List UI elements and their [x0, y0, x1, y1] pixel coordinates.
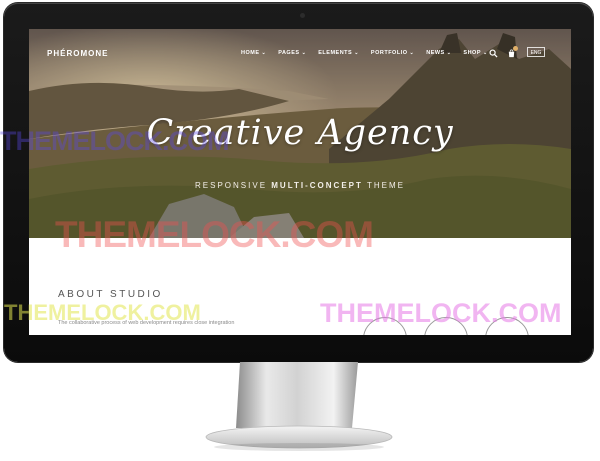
hero-subtitle-post: THEME: [366, 181, 405, 190]
feature-circle-3[interactable]: [485, 317, 529, 335]
nav-item-label: ELEMENTS: [318, 50, 353, 56]
nav-item-elements[interactable]: ELEMENTS ⌄: [318, 50, 359, 56]
chevron-down-icon: ⌄: [409, 50, 415, 56]
monitor-screen: Creative Agency RESPONSIVE MULTI-CONCEPT…: [29, 29, 571, 335]
language-button[interactable]: ENG: [527, 47, 545, 57]
main-menu: HOME ⌄ PAGES ⌄ ELEMENTS ⌄ PORTFOLIO ⌄ NEWS ⌄ …: [241, 50, 488, 56]
chevron-down-icon: ⌄: [446, 50, 452, 56]
site-logo[interactable]: PHÉROMONE: [47, 49, 108, 58]
hero-section: Creative Agency RESPONSIVE MULTI-CONCEPT…: [29, 29, 571, 238]
nav-item-pages[interactable]: PAGES ⌄: [278, 50, 306, 56]
nav-item-portfolio[interactable]: PORTFOLIO ⌄: [371, 50, 414, 56]
chevron-down-icon: ⌄: [354, 50, 359, 56]
nav-item-label: PAGES: [278, 50, 300, 56]
nav-item-label: PORTFOLIO: [370, 50, 408, 56]
hero-subtitle-pre: RESPONSIVE: [195, 181, 268, 190]
feature-circle-1[interactable]: [363, 317, 407, 335]
cart-badge: [513, 46, 518, 51]
nav-item-label: NEWS: [426, 50, 445, 56]
hero-subtitle: RESPONSIVE MULTI-CONCEPT THEME: [29, 181, 571, 190]
hero-subtitle-strong: MULTI-CONCEPT: [271, 181, 363, 190]
hero-title: Creative Agency: [146, 113, 454, 153]
feature-circle-2[interactable]: [424, 317, 468, 335]
nav-item-news[interactable]: NEWS ⌄: [426, 50, 451, 56]
top-navbar: PHÉROMONE HOME ⌄ PAGES ⌄ ELEMENTS ⌄ PORTFOL…: [29, 29, 571, 58]
search-icon[interactable]: [489, 49, 498, 58]
chevron-down-icon: ⌄: [301, 50, 307, 56]
chevron-down-icon: ⌄: [261, 50, 267, 56]
nav-item-label: HOME: [241, 50, 260, 56]
chevron-down-icon: ⌄: [483, 50, 488, 56]
nav-item-label: SHOP: [463, 50, 482, 56]
nav-item-home[interactable]: HOME ⌄: [241, 50, 266, 56]
about-title: ABOUT STUDIO: [58, 289, 163, 300]
about-text: The collaborative process of web develop…: [58, 320, 235, 326]
nav-item-shop[interactable]: SHOP ⌄: [463, 50, 487, 56]
